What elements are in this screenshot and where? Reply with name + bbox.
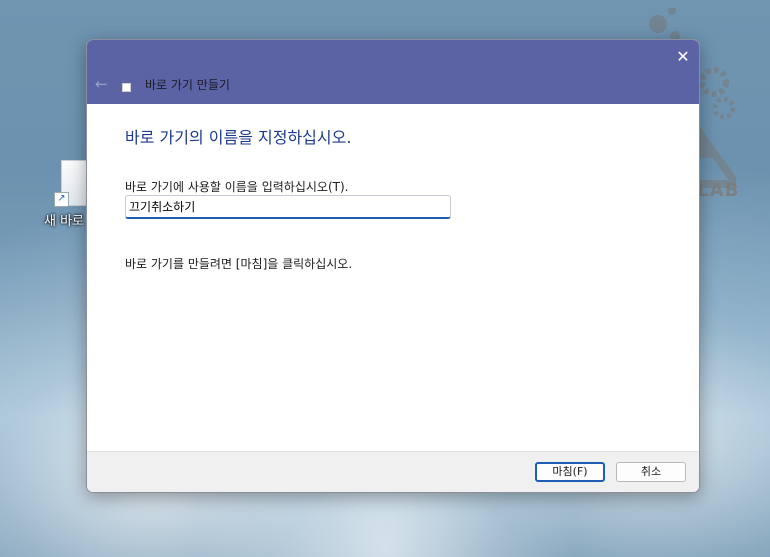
dialog-title: 바로 가기 만들기: [145, 78, 230, 92]
page-heading: 바로 가기의 이름을 지정하십시오.: [125, 128, 352, 147]
finish-hint-text: 바로 가기를 만들려면 [마침]을 클릭하십시오.: [125, 257, 353, 271]
dialog-footer: 마침(F) 취소: [87, 451, 699, 492]
close-icon[interactable]: ✕: [671, 46, 695, 68]
dialog-titlebar: ← 바로 가기 만들기 ✕: [87, 40, 699, 104]
back-arrow-icon[interactable]: ←: [95, 76, 115, 92]
cancel-button[interactable]: 취소: [616, 462, 686, 482]
finish-button[interactable]: 마침(F): [535, 462, 605, 482]
name-field-label: 바로 가기에 사용할 이름을 입력하십시오(T).: [125, 180, 349, 194]
create-shortcut-dialog: ← 바로 가기 만들기 ✕ 바로 가기의 이름을 지정하십시오. 바로 가기에 …: [86, 39, 700, 493]
shortcut-small-icon: [122, 83, 131, 92]
shortcut-arrow-icon: ↗: [54, 192, 69, 207]
shortcut-name-input[interactable]: [125, 195, 451, 219]
